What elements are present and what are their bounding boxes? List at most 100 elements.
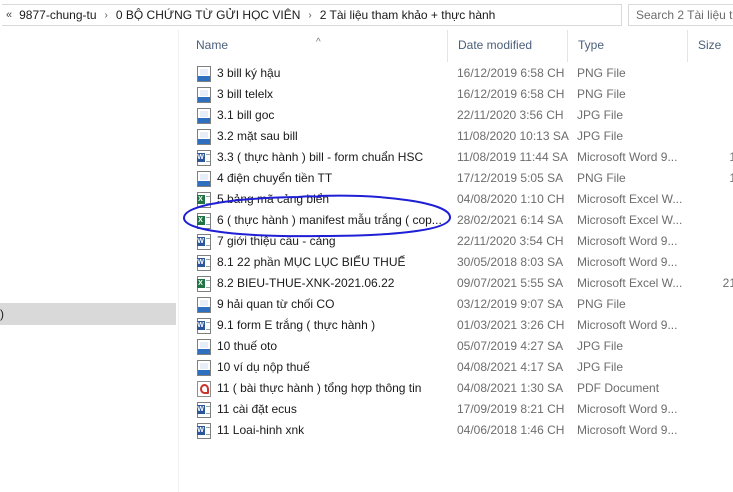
chevron-right-icon[interactable]: › [304, 10, 315, 21]
breadcrumb[interactable]: « 9877-chung-tu › 0 BỘ CHỨNG TỪ GỬI HỌC … [2, 4, 622, 26]
column-headers: Name ^ Date modified Type Size [186, 30, 733, 62]
column-header-name-label: Name [196, 38, 229, 52]
word-file-icon: W [197, 150, 213, 166]
column-header-type[interactable]: Type [567, 30, 687, 62]
file-type: Microsoft Word 9... [577, 255, 678, 269]
png-file-icon [197, 171, 213, 187]
file-row[interactable]: W 3.3 ( thực hành ) bill - form chuẩn HSC… [186, 147, 733, 168]
file-type: Microsoft Excel W... [577, 276, 683, 290]
file-size: 7 [696, 189, 733, 210]
excel-file-icon: X [197, 276, 213, 292]
file-size: 2 [696, 105, 733, 126]
column-header-size[interactable]: Size [687, 30, 733, 62]
file-name: 10 ví dụ nộp thuế [217, 360, 310, 374]
jpg-file-icon [197, 360, 213, 376]
file-date: 03/12/2019 9:07 SA [457, 297, 564, 311]
file-row[interactable]: 3 bill ký hậu 16/12/2019 6:58 CH PNG File 4 [186, 63, 733, 84]
file-name: 3 bill ký hậu [217, 66, 281, 80]
file-size: 4 [696, 63, 733, 84]
file-date: 04/08/2021 1:30 SA [457, 381, 564, 395]
file-size [696, 399, 733, 420]
file-row[interactable]: X 8.2 BIEU-THUE-XNK-2021.06.22 09/07/2021 … [186, 273, 733, 294]
file-row[interactable]: 10 thuế oto 05/07/2019 4:27 SA JPG File [186, 336, 733, 357]
file-date: 28/02/2021 6:14 SA [457, 213, 564, 227]
file-name: 10 thuế oto [217, 339, 278, 353]
file-date: 30/05/2018 8:03 SA [457, 255, 564, 269]
file-type: JPG File [577, 129, 624, 143]
png-file-icon [197, 87, 213, 103]
file-name: 9 hải quan từ chối CO [217, 297, 335, 311]
word-file-icon: W [197, 423, 213, 439]
file-type: Microsoft Excel W... [577, 213, 683, 227]
file-name: 8.1 22 phần MỤC LỤC BIỂU THUẾ [217, 255, 406, 269]
file-size: 21.8 [722, 276, 733, 290]
file-type: PNG File [577, 66, 626, 80]
file-date: 11/08/2020 10:13 SA [457, 129, 569, 143]
file-size [696, 294, 733, 315]
file-size: 1.7 [729, 150, 733, 164]
file-size: 1.5 [729, 171, 733, 185]
pdf-file-icon [197, 381, 213, 397]
file-date: 16/12/2019 6:58 CH [457, 66, 565, 80]
file-row[interactable]: 11 ( bài thực hành ) tổng hợp thông tin 0… [186, 378, 733, 399]
overflow-chevron-icon[interactable]: « [2, 9, 15, 21]
column-header-name[interactable]: Name ^ [186, 30, 446, 62]
address-bar: « 9877-chung-tu › 0 BỘ CHỨNG TỪ GỬI HỌC … [0, 0, 733, 30]
file-row[interactable]: 9 hải quan từ chối CO 03/12/2019 9:07 SA P… [186, 294, 733, 315]
file-date: 17/09/2019 8:21 CH [457, 402, 565, 416]
file-row[interactable]: W 7 giới thiệu cầu - cảng 22/11/2020 3:54 … [186, 231, 733, 252]
file-row[interactable]: 10 ví dụ nộp thuế 04/08/2021 4:17 SA JPG F… [186, 357, 733, 378]
file-size [696, 420, 733, 441]
file-date: 09/07/2021 5:55 SA [457, 276, 564, 290]
chevron-right-icon[interactable]: › [101, 10, 112, 21]
breadcrumb-item-9877[interactable]: 9877-chung-tu [15, 8, 100, 22]
word-file-icon: W [197, 234, 213, 250]
column-header-date[interactable]: Date modified [447, 30, 567, 62]
file-size: 4 [696, 84, 733, 105]
word-file-icon: W [197, 318, 213, 334]
file-type: PNG File [577, 171, 626, 185]
file-row[interactable]: W 9.1 form E trắng ( thực hành ) 01/03/202… [186, 315, 733, 336]
file-name: 4 điện chuyển tiền TT [217, 171, 333, 185]
sort-ascending-icon: ^ [316, 37, 321, 48]
png-file-icon [197, 66, 213, 82]
excel-file-icon: X [197, 192, 213, 208]
file-size [696, 378, 733, 399]
file-name: 3.1 bill goc [217, 108, 275, 122]
breadcrumb-item-bo-chung-tu[interactable]: 0 BỘ CHỨNG TỪ GỬI HỌC VIÊN [112, 8, 305, 22]
file-row[interactable]: 3 bill telelx 16/12/2019 6:58 CH PNG File 4 [186, 84, 733, 105]
file-size: 9 [696, 357, 733, 378]
file-size [696, 231, 733, 252]
file-name: 8.2 BIEU-THUE-XNK-2021.06.22 [217, 276, 395, 290]
breadcrumb-item-tai-lieu[interactable]: 2 Tài liệu tham khảo + thực hành [316, 8, 500, 22]
file-type: Microsoft Word 9... [577, 402, 678, 416]
file-type: Microsoft Word 9... [577, 234, 678, 248]
file-row[interactable]: 3.2 mặt sau bill 11/08/2020 10:13 SA JPG F… [186, 126, 733, 147]
word-file-icon: W [197, 402, 213, 418]
navigation-pane: ) [0, 30, 176, 492]
file-row[interactable]: W 8.1 22 phần MỤC LỤC BIỂU THUẾ 30/05/2018… [186, 252, 733, 273]
file-row[interactable]: W 11 Loai-hinh xnk 04/06/2018 1:46 CH Micro… [186, 420, 733, 441]
file-row[interactable]: X 5 bảng mã cảng biển 04/08/2020 1:10 CH Mi… [186, 189, 733, 210]
file-name: 3.2 mặt sau bill [217, 129, 298, 143]
file-date: 01/03/2021 3:26 CH [457, 318, 565, 332]
file-name: 9.1 form E trắng ( thực hành ) [217, 318, 376, 332]
search-input[interactable]: Search 2 Tài liệu th [628, 4, 733, 26]
file-type: PNG File [577, 87, 626, 101]
file-type: Microsoft Word 9... [577, 318, 678, 332]
file-name: 3 bill telelx [217, 87, 274, 101]
file-type: PDF Document [577, 381, 660, 395]
file-type: Microsoft Word 9... [577, 150, 678, 164]
file-size [696, 336, 733, 357]
word-file-icon: W [197, 255, 213, 271]
nav-item-selected[interactable]: ) [0, 303, 176, 325]
file-type: PNG File [577, 297, 626, 311]
file-date: 11/08/2019 11:44 SA [457, 150, 568, 164]
file-date: 17/12/2019 5:05 SA [457, 171, 564, 185]
file-row[interactable]: W 11 cài đặt ecus 17/09/2019 8:21 CH Micros… [186, 399, 733, 420]
file-row[interactable]: 4 điện chuyển tiền TT 17/12/2019 5:05 SA P… [186, 168, 733, 189]
pane-divider[interactable] [178, 30, 179, 492]
file-row[interactable]: X 6 ( thực hành ) manifest mẫu trắng ( co… [186, 210, 733, 231]
file-row[interactable]: 3.1 bill goc 22/11/2020 3:56 CH JPG File 2 [186, 105, 733, 126]
file-size [696, 252, 733, 273]
